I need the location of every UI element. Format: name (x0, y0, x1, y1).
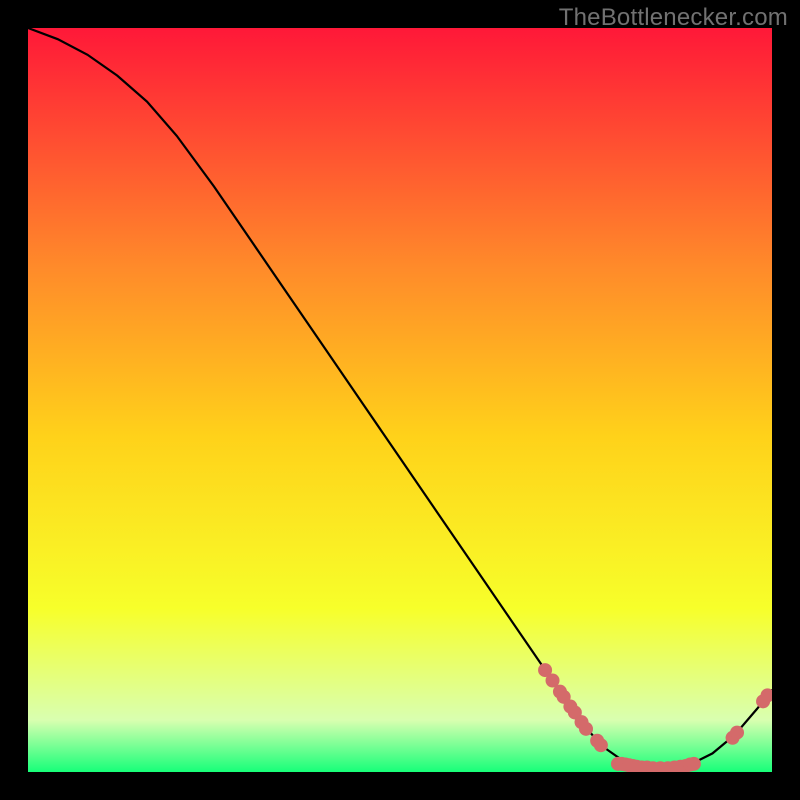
chart-frame: TheBottlenecker.com (0, 0, 800, 800)
chart-svg (28, 28, 772, 772)
chart-plot-area (28, 28, 772, 772)
gradient-background (28, 28, 772, 772)
data-marker (594, 738, 608, 752)
data-marker (687, 757, 701, 771)
data-marker (730, 726, 744, 740)
data-marker (579, 722, 593, 736)
watermark-text: TheBottlenecker.com (559, 4, 788, 32)
